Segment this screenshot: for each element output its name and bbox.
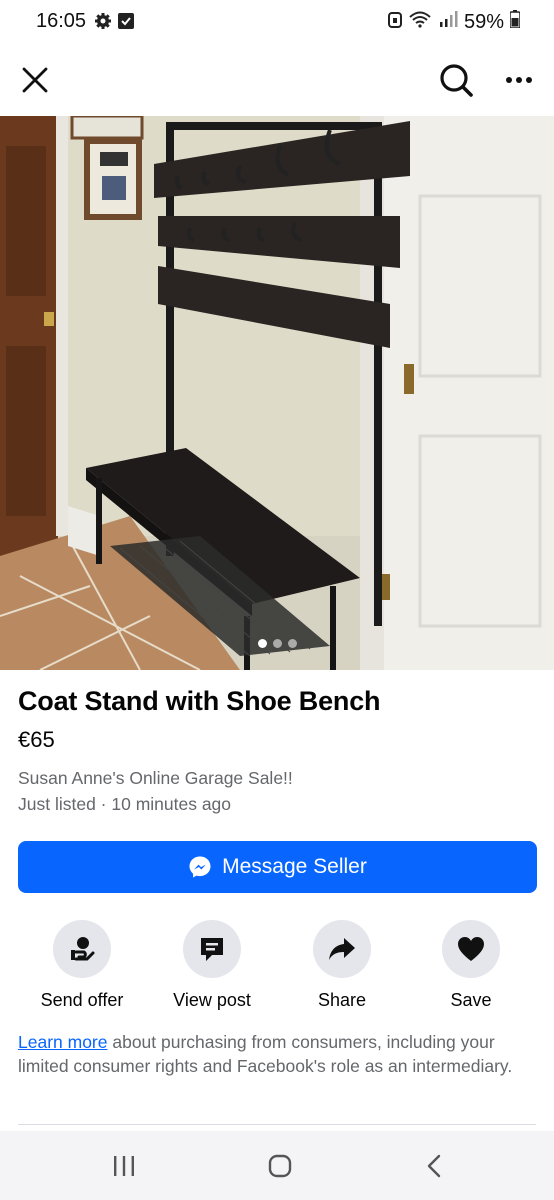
share-icon bbox=[329, 938, 355, 960]
gallery-dot bbox=[288, 639, 297, 648]
lock-icon bbox=[387, 10, 402, 34]
close-button[interactable] bbox=[13, 58, 57, 102]
gallery-dot bbox=[273, 639, 282, 648]
battery-icon bbox=[509, 10, 521, 34]
close-icon bbox=[22, 67, 48, 93]
gallery-dot bbox=[258, 639, 267, 648]
view-post-label: View post bbox=[173, 990, 251, 1010]
seller-name[interactable]: Susan Anne's Online Garage Sale!! bbox=[18, 768, 293, 789]
recents-icon bbox=[114, 1156, 134, 1176]
gallery-dots bbox=[258, 639, 297, 648]
back-button[interactable] bbox=[414, 1151, 454, 1181]
top-app-bar bbox=[0, 44, 554, 116]
wifi-icon bbox=[408, 10, 432, 34]
share-button[interactable]: Share bbox=[282, 920, 402, 1011]
more-options-button[interactable] bbox=[497, 58, 541, 102]
messenger-icon bbox=[189, 856, 211, 878]
search-button[interactable] bbox=[434, 58, 478, 102]
action-row: Send offer View post Share Save bbox=[0, 920, 554, 1020]
battery-text: 59% bbox=[463, 10, 504, 33]
signal-icon bbox=[438, 10, 458, 34]
divider bbox=[18, 1124, 536, 1125]
checkbox-icon bbox=[118, 13, 134, 34]
learn-more-link[interactable]: Learn more bbox=[18, 1032, 108, 1052]
listing-title: Coat Stand with Shoe Bench bbox=[18, 686, 381, 716]
send-offer-button[interactable]: Send offer bbox=[22, 920, 142, 1011]
send-offer-icon bbox=[71, 937, 95, 961]
save-button[interactable]: Save bbox=[411, 920, 531, 1011]
home-button[interactable] bbox=[260, 1151, 300, 1181]
send-offer-label: Send offer bbox=[40, 990, 124, 1010]
search-icon bbox=[440, 64, 473, 97]
gear-icon bbox=[94, 12, 112, 35]
share-label: Share bbox=[317, 990, 367, 1010]
heart-icon bbox=[458, 937, 484, 961]
status-bar: 16:05 59% bbox=[0, 0, 554, 44]
view-post-icon bbox=[201, 938, 223, 961]
save-label: Save bbox=[450, 990, 492, 1010]
message-seller-button[interactable]: Message Seller bbox=[18, 841, 537, 893]
recents-button[interactable] bbox=[104, 1151, 144, 1181]
home-icon bbox=[268, 1154, 292, 1178]
listing-photo[interactable] bbox=[0, 116, 554, 670]
back-icon bbox=[427, 1154, 441, 1178]
message-seller-label: Message Seller bbox=[222, 855, 367, 878]
listed-time: Just listed · 10 minutes ago bbox=[18, 794, 232, 814]
listing-price: €65 bbox=[18, 727, 55, 752]
status-time: 16:05 bbox=[36, 10, 87, 32]
system-nav-bar bbox=[0, 1131, 554, 1200]
view-post-button[interactable]: View post bbox=[152, 920, 272, 1011]
consumer-disclaimer: Learn more about purchasing from consume… bbox=[18, 1031, 528, 1078]
more-icon bbox=[506, 77, 532, 83]
